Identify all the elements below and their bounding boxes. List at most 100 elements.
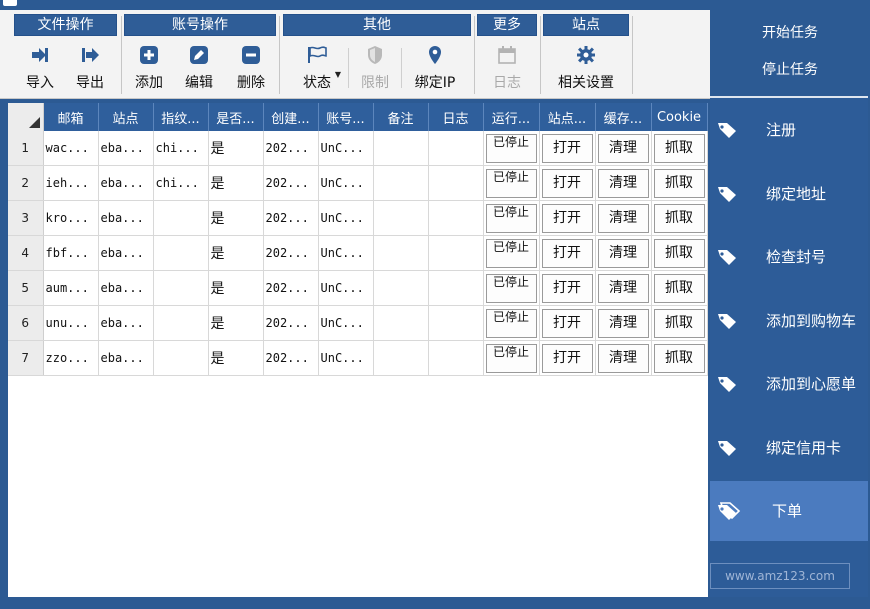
cell-note[interactable] xyxy=(373,200,429,236)
cell-flag[interactable]: 是 xyxy=(208,235,264,271)
cell-flag[interactable]: 是 xyxy=(208,200,264,236)
column-header-note[interactable]: 备注 xyxy=(373,103,429,131)
cell-created[interactable]: 202... xyxy=(263,340,319,376)
cell-account[interactable]: UnC... xyxy=(318,131,374,166)
cell-email[interactable]: fbf... xyxy=(43,235,99,271)
cell-account[interactable]: UnC... xyxy=(318,235,374,271)
cell-flag[interactable]: 是 xyxy=(208,131,264,166)
cell-account[interactable]: UnC... xyxy=(318,270,374,306)
run-status-button[interactable]: 已停止 xyxy=(485,168,537,198)
clear-cache-button[interactable]: 清理 xyxy=(597,273,649,303)
cell-fingerprint[interactable] xyxy=(153,200,209,236)
cell-site[interactable]: eba... xyxy=(98,235,154,271)
cell-log[interactable] xyxy=(428,340,484,376)
start-task-button[interactable]: 开始任务 xyxy=(710,22,870,42)
cell-fingerprint[interactable]: chi... xyxy=(153,131,209,166)
column-header-fingerprint[interactable]: 指纹... xyxy=(153,103,209,131)
column-header-run[interactable]: 运行... xyxy=(483,103,540,131)
cell-note[interactable] xyxy=(373,165,429,201)
cell-fingerprint[interactable]: chi... xyxy=(153,165,209,201)
run-status-button[interactable]: 已停止 xyxy=(485,343,537,373)
row-number[interactable]: 7 xyxy=(8,340,44,376)
column-header-cookie[interactable]: Cookie xyxy=(651,103,708,131)
cell-note[interactable] xyxy=(373,131,429,166)
clear-cache-button[interactable]: 清理 xyxy=(597,133,649,163)
cell-site[interactable]: eba... xyxy=(98,131,154,166)
site-settings-button[interactable]: 相关设置 xyxy=(547,42,625,98)
cell-log[interactable] xyxy=(428,270,484,306)
sidebar-item-task[interactable]: 添加到购物车 xyxy=(710,291,868,351)
run-status-button[interactable]: 已停止 xyxy=(485,238,537,268)
column-header-email[interactable]: 邮箱 xyxy=(43,103,99,131)
stop-task-button[interactable]: 停止任务 xyxy=(710,59,870,79)
clear-cache-button[interactable]: 清理 xyxy=(597,343,649,373)
table-row[interactable]: 5 aum... eba... 是 202... UnC... 已停止 打开 清理 抓取 xyxy=(8,270,708,306)
cell-created[interactable]: 202... xyxy=(263,200,319,236)
fetch-cookie-button[interactable]: 抓取 xyxy=(653,133,705,163)
open-site-button[interactable]: 打开 xyxy=(541,203,593,233)
row-number[interactable]: 3 xyxy=(8,200,44,236)
column-header-flag[interactable]: 是否... xyxy=(208,103,264,131)
cell-account[interactable]: UnC... xyxy=(318,165,374,201)
cell-email[interactable]: ieh... xyxy=(43,165,99,201)
fetch-cookie-button[interactable]: 抓取 xyxy=(653,168,705,198)
table-row[interactable]: 3 kro... eba... 是 202... UnC... 已停止 打开 清理 抓取 xyxy=(8,200,708,236)
fetch-cookie-button[interactable]: 抓取 xyxy=(653,343,705,373)
cell-site[interactable]: eba... xyxy=(98,200,154,236)
cell-site[interactable]: eba... xyxy=(98,270,154,306)
open-site-button[interactable]: 打开 xyxy=(541,308,593,338)
add-button[interactable]: 添加 xyxy=(128,42,170,98)
column-header-account[interactable]: 账号... xyxy=(318,103,374,131)
table-row[interactable]: 2 ieh... eba... chi... 是 202... UnC... 已停止 打开 清理抓… xyxy=(8,165,708,201)
cell-site[interactable]: eba... xyxy=(98,165,154,201)
column-header-log[interactable]: 日志 xyxy=(428,103,484,131)
cell-created[interactable]: 202... xyxy=(263,305,319,341)
cell-log[interactable] xyxy=(428,131,484,166)
cell-account[interactable]: UnC... xyxy=(318,305,374,341)
open-site-button[interactable]: 打开 xyxy=(541,168,593,198)
sidebar-item-task[interactable]: 下单 xyxy=(710,481,868,541)
cell-site[interactable]: eba... xyxy=(98,340,154,376)
column-header-site-action[interactable]: 站点... xyxy=(539,103,596,131)
cell-email[interactable]: zzo... xyxy=(43,340,99,376)
export-button[interactable]: 导出 xyxy=(70,42,110,98)
table-row[interactable]: 7 zzo... eba... 是 202... UnC... 已停止 打开 清理 抓取 xyxy=(8,340,708,376)
run-status-button[interactable]: 已停止 xyxy=(485,273,537,303)
cell-created[interactable]: 202... xyxy=(263,270,319,306)
cell-created[interactable]: 202... xyxy=(263,165,319,201)
fetch-cookie-button[interactable]: 抓取 xyxy=(653,308,705,338)
row-number[interactable]: 6 xyxy=(8,305,44,341)
status-dropdown-button[interactable]: 状态 ▼ xyxy=(295,42,341,98)
cell-flag[interactable]: 是 xyxy=(208,165,264,201)
select-all-corner[interactable] xyxy=(8,103,44,131)
clear-cache-button[interactable]: 清理 xyxy=(597,238,649,268)
table-row[interactable]: 6 unu... eba... 是 202... UnC... 已停止 打开 清理 抓取 xyxy=(8,305,708,341)
cell-note[interactable] xyxy=(373,235,429,271)
open-site-button[interactable]: 打开 xyxy=(541,273,593,303)
bind-ip-button[interactable]: 绑定IP xyxy=(407,42,463,98)
clear-cache-button[interactable]: 清理 xyxy=(597,168,649,198)
cell-email[interactable]: kro... xyxy=(43,200,99,236)
table-row[interactable]: 4 fbf... eba... 是 202... UnC... 已停止 打开 清理 抓取 xyxy=(8,235,708,271)
cell-fingerprint[interactable] xyxy=(153,270,209,306)
cell-flag[interactable]: 是 xyxy=(208,305,264,341)
cell-log[interactable] xyxy=(428,235,484,271)
cell-account[interactable]: UnC... xyxy=(318,340,374,376)
run-status-button[interactable]: 已停止 xyxy=(485,203,537,233)
import-button[interactable]: 导入 xyxy=(20,42,60,98)
fetch-cookie-button[interactable]: 抓取 xyxy=(653,238,705,268)
fetch-cookie-button[interactable]: 抓取 xyxy=(653,273,705,303)
open-site-button[interactable]: 打开 xyxy=(541,238,593,268)
cell-flag[interactable]: 是 xyxy=(208,270,264,306)
cell-note[interactable] xyxy=(373,305,429,341)
row-number[interactable]: 2 xyxy=(8,165,44,201)
cell-email[interactable]: aum... xyxy=(43,270,99,306)
run-status-button[interactable]: 已停止 xyxy=(485,308,537,338)
clear-cache-button[interactable]: 清理 xyxy=(597,308,649,338)
cell-note[interactable] xyxy=(373,340,429,376)
sidebar-item-task[interactable]: 检查封号 xyxy=(710,227,868,287)
cell-fingerprint[interactable] xyxy=(153,235,209,271)
column-header-cache[interactable]: 缓存... xyxy=(595,103,652,131)
sidebar-item-task[interactable]: 添加到心愿单 xyxy=(710,354,868,414)
cell-email[interactable]: wac... xyxy=(43,131,99,166)
